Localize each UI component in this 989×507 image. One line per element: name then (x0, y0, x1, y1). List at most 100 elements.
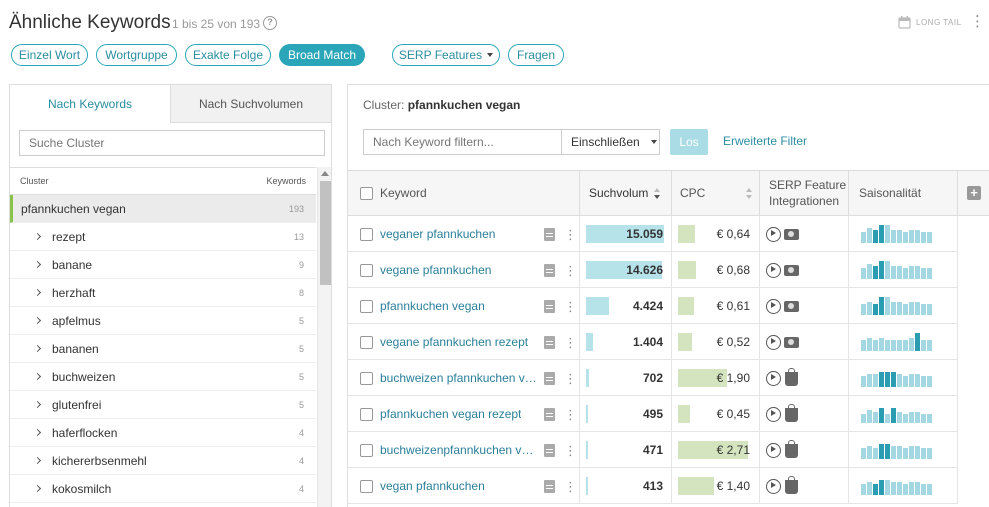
play-icon[interactable] (766, 370, 781, 386)
keyword-link[interactable]: vegane pfannkuchen (380, 263, 491, 277)
video-icon[interactable] (784, 264, 799, 276)
row-checkbox[interactable] (360, 479, 373, 493)
more-options-icon[interactable]: ⋮ (970, 14, 985, 29)
help-icon[interactable]: ? (263, 16, 277, 30)
row-menu-icon[interactable]: ⋮ (564, 228, 577, 241)
keyword-filter-input[interactable] (363, 129, 562, 155)
clipboard-icon[interactable] (544, 479, 555, 493)
play-icon[interactable] (766, 298, 781, 314)
sort-icon[interactable] (746, 187, 752, 199)
chevron-right-icon[interactable] (33, 288, 42, 297)
play-icon[interactable] (766, 226, 781, 242)
clipboard-icon[interactable] (544, 407, 555, 421)
keyword-link[interactable]: buchweizenpfannkuchen veg... (380, 443, 540, 457)
keyword-link[interactable]: pfannkuchen vegan (380, 299, 485, 313)
chevron-right-icon[interactable] (33, 260, 42, 269)
clipboard-icon[interactable] (544, 371, 555, 385)
clipboard-icon[interactable] (544, 227, 555, 241)
clipboard-icon[interactable] (544, 335, 555, 349)
chip-fragen[interactable]: Fragen (508, 44, 564, 66)
shopping-icon[interactable] (785, 404, 798, 422)
cluster-item[interactable]: bananen 5 (10, 335, 316, 363)
video-icon[interactable] (784, 300, 799, 312)
chevron-right-icon[interactable] (33, 400, 42, 409)
play-icon[interactable] (766, 262, 781, 278)
row-checkbox[interactable] (360, 263, 373, 277)
cluster-item[interactable]: haferflocken 4 (10, 419, 316, 447)
add-column-button[interactable]: + (958, 170, 989, 216)
row-menu-icon[interactable]: ⋮ (564, 480, 577, 493)
season-bar (897, 265, 902, 279)
keyword-link[interactable]: vegane pfannkuchen rezept (380, 335, 528, 349)
video-icon[interactable] (784, 336, 799, 348)
row-menu-icon[interactable]: ⋮ (564, 444, 577, 457)
chip-wortgruppe[interactable]: Wortgruppe (96, 44, 177, 66)
keyword-link[interactable]: vegan pfannkuchen (380, 479, 485, 493)
cluster-item-selected[interactable]: pfannkuchen vegan 193 (10, 195, 316, 223)
keyword-link[interactable]: veganer pfannkuchen (380, 227, 495, 241)
chevron-right-icon[interactable] (33, 456, 42, 465)
long-tail-toggle[interactable]: LONG TAIL (898, 16, 962, 29)
cluster-item[interactable]: buchweizen 5 (10, 363, 316, 391)
shopping-icon[interactable] (785, 368, 798, 386)
row-menu-icon[interactable]: ⋮ (564, 300, 577, 313)
cluster-item[interactable]: apfelmus 5 (10, 307, 316, 335)
chip-serp-features[interactable]: SERP Features (392, 44, 500, 66)
clipboard-icon[interactable] (544, 299, 555, 313)
cluster-item[interactable]: glutenfrei 5 (10, 391, 316, 419)
col-volume[interactable]: Suchvolum (580, 170, 672, 216)
row-checkbox[interactable] (360, 371, 373, 385)
season-bar (867, 301, 872, 315)
chevron-right-icon[interactable] (33, 372, 42, 381)
cluster-scrollbar[interactable] (317, 167, 331, 507)
row-checkbox[interactable] (360, 407, 373, 421)
go-button[interactable]: Los (670, 129, 708, 155)
row-checkbox[interactable] (360, 335, 373, 349)
tab-nach-keywords[interactable]: Nach Keywords (10, 85, 170, 123)
clipboard-icon[interactable] (544, 263, 555, 277)
col-keyword[interactable]: Keyword (348, 170, 580, 216)
video-icon[interactable] (784, 228, 799, 240)
cluster-item[interactable]: herzhaft 8 (10, 279, 316, 307)
play-icon[interactable] (766, 442, 781, 458)
play-icon[interactable] (766, 334, 781, 350)
row-checkbox[interactable] (360, 299, 373, 313)
cluster-item-count: 4 (298, 483, 304, 494)
season-bar (915, 301, 920, 315)
row-menu-icon[interactable]: ⋮ (564, 372, 577, 385)
cluster-item[interactable]: kichererbsenmehl 4 (10, 447, 316, 475)
play-icon[interactable] (766, 406, 781, 422)
chevron-right-icon[interactable] (33, 316, 42, 325)
advanced-filter-link[interactable]: Erweiterte Filter (723, 134, 807, 148)
chevron-right-icon[interactable] (33, 344, 42, 353)
play-icon[interactable] (766, 478, 781, 494)
row-menu-icon[interactable]: ⋮ (564, 408, 577, 421)
tab-nach-suchvolumen[interactable]: Nach Suchvolumen (170, 85, 331, 123)
row-menu-icon[interactable]: ⋮ (564, 336, 577, 349)
cluster-item[interactable]: banane 9 (10, 251, 316, 279)
col-cpc[interactable]: CPC (672, 170, 760, 216)
shopping-icon[interactable] (785, 440, 798, 458)
cluster-item[interactable]: kokosmilch 4 (10, 475, 316, 503)
chevron-right-icon[interactable] (33, 232, 42, 241)
cluster-item[interactable]: rezept 13 (10, 223, 316, 251)
row-checkbox[interactable] (360, 227, 373, 241)
row-checkbox[interactable] (360, 443, 373, 457)
shopping-icon[interactable] (785, 476, 798, 494)
row-menu-icon[interactable]: ⋮ (564, 264, 577, 277)
chip-broad-match[interactable]: Broad Match (279, 44, 365, 66)
scroll-up-icon[interactable] (321, 171, 329, 176)
include-select[interactable]: Einschließen (561, 129, 660, 155)
chevron-right-icon[interactable] (33, 484, 42, 493)
sort-icon[interactable] (654, 187, 661, 199)
keyword-link[interactable]: buchweizen pfannkuchen ve... (380, 371, 540, 385)
chevron-right-icon[interactable] (33, 428, 42, 437)
cluster-search-input[interactable] (19, 130, 325, 156)
select-all-checkbox[interactable] (360, 186, 373, 200)
season-cell (849, 432, 958, 468)
chip-exakte-folge[interactable]: Exakte Folge (185, 44, 271, 66)
scroll-thumb[interactable] (320, 181, 331, 285)
keyword-link[interactable]: pfannkuchen vegan rezept (380, 407, 521, 421)
clipboard-icon[interactable] (544, 443, 555, 457)
chip-einzel-wort[interactable]: Einzel Wort (11, 44, 88, 66)
